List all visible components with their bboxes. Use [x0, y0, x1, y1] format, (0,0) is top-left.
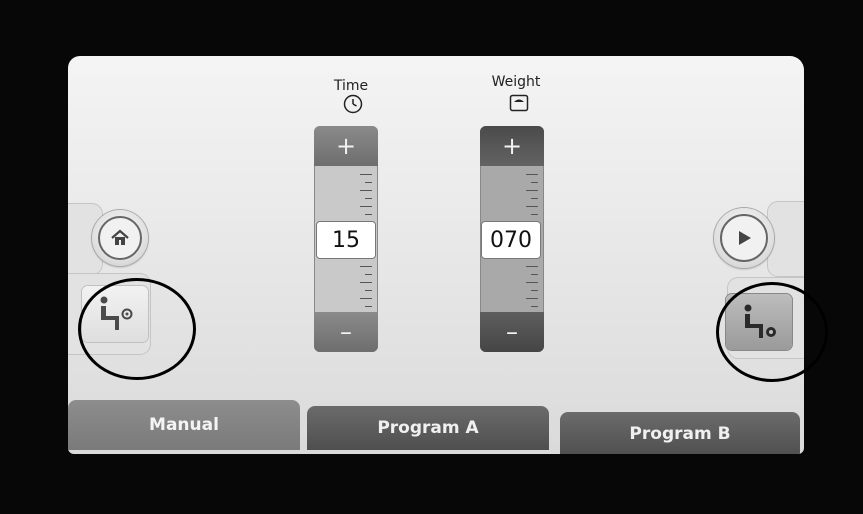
- seat-mode-button-right[interactable]: [726, 294, 792, 350]
- weight-increase-button[interactable]: +: [480, 126, 544, 166]
- time-value[interactable]: 15: [316, 221, 376, 259]
- seated-person-icon: [744, 304, 776, 338]
- tab-program-b[interactable]: Program B: [560, 412, 800, 454]
- tab-manual[interactable]: Manual: [68, 400, 300, 450]
- scale-icon: [509, 94, 529, 112]
- seat-mode-button-left[interactable]: [82, 286, 148, 342]
- time-increase-button[interactable]: +: [314, 126, 378, 166]
- weight-decrease-button[interactable]: –: [480, 312, 544, 352]
- time-scale-upper: [358, 174, 372, 222]
- weight-label: Weight: [491, 74, 541, 90]
- play-button-ring: [720, 214, 768, 262]
- home-button[interactable]: [92, 210, 148, 266]
- play-button[interactable]: [714, 208, 774, 268]
- seated-person-icon: [100, 296, 133, 330]
- device-screen: Time Weight + – 15 + – 070 Manual Progra…: [68, 56, 804, 454]
- weight-value[interactable]: 070: [481, 221, 541, 259]
- weight-scale-upper: [524, 174, 538, 222]
- time-scale-lower: [358, 266, 372, 314]
- time-decrease-button[interactable]: –: [314, 312, 378, 352]
- home-button-ring: [98, 216, 142, 260]
- time-label: Time: [333, 78, 369, 94]
- tab-program-a[interactable]: Program A: [307, 406, 549, 450]
- clock-icon: [343, 94, 363, 114]
- play-icon: [739, 231, 751, 245]
- weight-scale-lower: [524, 266, 538, 314]
- home-icon: [111, 229, 129, 245]
